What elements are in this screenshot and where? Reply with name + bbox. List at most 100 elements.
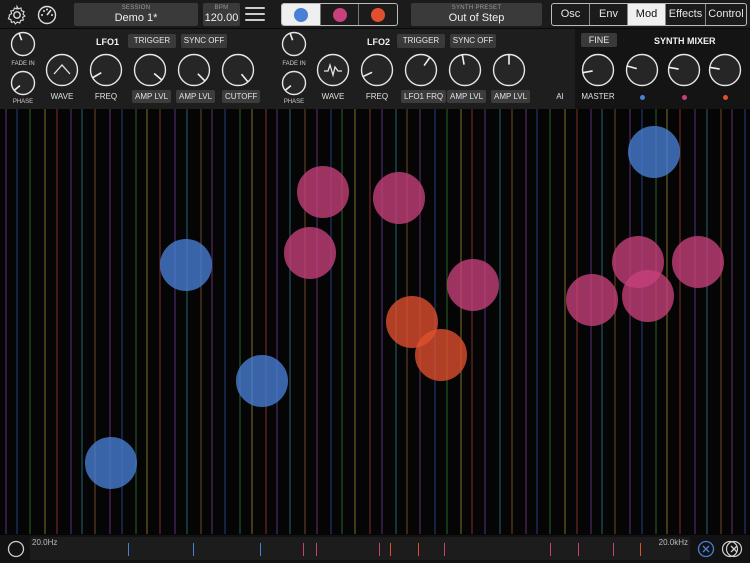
lfo2-freq-knob[interactable] xyxy=(360,53,394,87)
lfo2-phase-knob[interactable] xyxy=(281,70,307,96)
frequency-marker xyxy=(128,543,129,556)
bpm-value: 120.00 xyxy=(204,12,239,24)
touch-note-ball[interactable] xyxy=(672,236,724,288)
frequency-marker xyxy=(390,543,391,556)
lfo1-amp-lvl-label-1: AMP LVL xyxy=(132,90,172,103)
lfo2-amp-lvl-knob-2[interactable] xyxy=(492,53,526,87)
touch-play-area[interactable] xyxy=(0,109,750,534)
lfo2-amp-lvl-knob-1[interactable] xyxy=(448,53,482,87)
top-bar: SESSION Demo 1* BPM 120.00 SYNTH PRESET … xyxy=(0,0,750,29)
lfo1-amp-lvl-knob-1[interactable] xyxy=(133,53,167,87)
frequency-marker xyxy=(550,543,551,556)
lfo1-freq-knob[interactable] xyxy=(89,53,123,87)
lfo1-trigger-button[interactable]: TRIGGER xyxy=(128,34,176,48)
synth-3-button[interactable] xyxy=(359,4,397,25)
frequency-marker xyxy=(379,543,380,556)
lfo1-fade-in-knob[interactable] xyxy=(10,31,36,57)
lfo1-cutoff-label: CUTOFF xyxy=(222,90,261,103)
touch-note-ball[interactable] xyxy=(628,126,680,178)
synth-mixer-title: SYNTH MIXER xyxy=(654,36,716,46)
lfo2-phase-label: PHASE xyxy=(283,99,305,105)
bottom-bar: 20.0Hz 20.0kHz xyxy=(0,535,750,563)
frequency-marker xyxy=(613,543,614,556)
touch-note-ball[interactable] xyxy=(284,227,336,279)
synth-1-color-dot xyxy=(293,7,308,22)
frequency-marker xyxy=(418,543,419,556)
synth-1-level-knob[interactable] xyxy=(625,53,659,87)
synth-2-button[interactable] xyxy=(321,4,360,25)
lfo2-wave-knob[interactable] xyxy=(316,53,350,87)
speedometer-icon[interactable] xyxy=(36,4,58,26)
freq-min-label: 20.0Hz xyxy=(32,538,58,547)
synth-preset-selector[interactable]: SYNTH PRESET Out of Step xyxy=(411,3,542,26)
fine-button[interactable]: FINE xyxy=(581,33,617,47)
session-selector[interactable]: SESSION Demo 1* xyxy=(74,3,198,26)
synth-3-level-knob[interactable] xyxy=(708,53,742,87)
session-caption: SESSION xyxy=(121,5,151,11)
touch-note-ball[interactable] xyxy=(415,329,467,381)
touch-note-ball[interactable] xyxy=(447,259,499,311)
synth-2-color-dot xyxy=(332,7,347,22)
lfo2-fade-in-label: FADE IN xyxy=(282,61,306,67)
tab-env[interactable]: Env xyxy=(590,4,628,25)
touch-note-ball[interactable] xyxy=(373,172,425,224)
bpm-caption: BPM xyxy=(214,5,229,11)
frequency-marker xyxy=(193,543,194,556)
tab-effects[interactable]: Effects xyxy=(666,4,706,25)
frequency-marker xyxy=(303,543,304,556)
record-circle-icon[interactable] xyxy=(7,540,25,558)
synth-3-mixer-dot xyxy=(723,95,728,100)
synth-3-color-dot xyxy=(371,7,386,22)
frequency-marker xyxy=(640,543,641,556)
lfo2-sync-button[interactable]: SYNC OFF xyxy=(450,34,496,48)
lfo2-cutoff-label-partial: AI xyxy=(556,92,564,101)
preset-name: Out of Step xyxy=(448,12,505,24)
lfo1-phase-knob[interactable] xyxy=(10,70,36,96)
frequency-marker xyxy=(316,543,317,556)
lfo2-freq-label: FREQ xyxy=(365,92,389,101)
lfo2-lfo1-frq-knob[interactable] xyxy=(404,53,438,87)
preset-caption: SYNTH PRESET xyxy=(451,5,502,11)
touch-note-ball[interactable] xyxy=(622,270,674,322)
frequency-marker xyxy=(578,543,579,556)
frequency-range-bar[interactable]: 20.0Hz 20.0kHz xyxy=(30,537,690,560)
lfo1-sync-button[interactable]: SYNC OFF xyxy=(181,34,227,48)
frequency-marker xyxy=(260,543,261,556)
lfo1-phase-label: PHASE xyxy=(12,99,34,105)
lfo2-title: LFO2 xyxy=(367,37,391,47)
synth-1-button[interactable] xyxy=(282,4,321,25)
touch-note-ball[interactable] xyxy=(297,166,349,218)
session-name: Demo 1* xyxy=(114,12,158,24)
lfo1-cutoff-knob[interactable] xyxy=(221,53,255,87)
lfo2-trigger-button[interactable]: TRIGGER xyxy=(397,34,445,48)
frequency-marker xyxy=(444,543,445,556)
touch-note-ball[interactable] xyxy=(85,437,137,489)
tab-control[interactable]: Control xyxy=(706,4,746,25)
freq-max-label: 20.0kHz xyxy=(658,538,688,547)
master-volume-knob[interactable] xyxy=(581,53,615,87)
mode-tabs: Osc Env Mod Effects Control xyxy=(551,3,747,26)
lfo2-wave-label: WAVE xyxy=(321,92,345,101)
tab-mod[interactable]: Mod xyxy=(628,4,666,25)
clear-all-icon[interactable] xyxy=(721,539,745,559)
lfo1-amp-lvl-label-2: AMP LVL xyxy=(176,90,216,103)
synth-2-level-knob[interactable] xyxy=(667,53,701,87)
tab-osc[interactable]: Osc xyxy=(552,4,590,25)
lfo1-wave-knob[interactable] xyxy=(45,53,79,87)
hamburger-menu-icon[interactable] xyxy=(245,7,265,23)
synth-1-mixer-dot xyxy=(640,95,645,100)
lfo2-lfo1-frq-label: LFO1 FRQ xyxy=(401,90,447,103)
lfo2-fade-in-knob[interactable] xyxy=(281,31,307,57)
touch-note-ball[interactable] xyxy=(160,239,212,291)
lfo2-amp-lvl-label-2: AMP LVL xyxy=(491,90,531,103)
lfo1-amp-lvl-knob-2[interactable] xyxy=(177,53,211,87)
master-label: MASTER xyxy=(581,92,615,101)
modulation-panel: LFO1 TRIGGER SYNC OFF FADE IN PHASE WAVE… xyxy=(0,29,750,109)
lfo2-amp-lvl-label-1: AMP LVL xyxy=(447,90,487,103)
settings-gear-icon[interactable] xyxy=(6,4,28,26)
lfo1-fade-in-label: FADE IN xyxy=(11,61,35,67)
bpm-field[interactable]: BPM 120.00 xyxy=(203,3,240,26)
touch-note-ball[interactable] xyxy=(566,274,618,326)
touch-note-ball[interactable] xyxy=(236,355,288,407)
clear-synth-icon[interactable] xyxy=(697,540,715,558)
